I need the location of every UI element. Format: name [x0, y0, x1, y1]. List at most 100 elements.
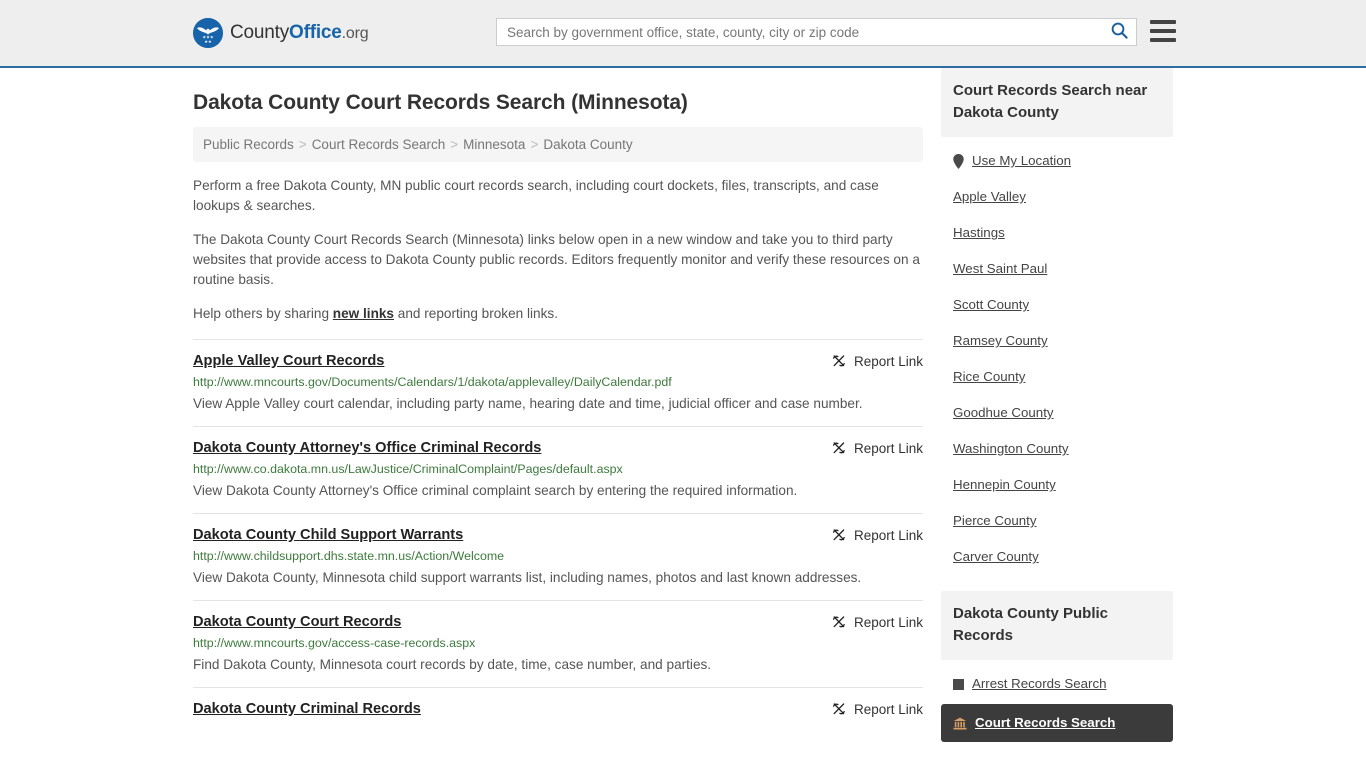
sidebar-item-hastings[interactable]: Hastings: [941, 215, 1173, 251]
result-url: http://www.mncourts.gov/Documents/Calend…: [193, 375, 672, 389]
sidebar-item-label: Rice County: [953, 369, 1026, 384]
sidebar-item-label: Goodhue County: [953, 405, 1054, 420]
result-header: Dakota County Child Support Warrants Rep…: [193, 526, 923, 545]
list-item: Ramsey County: [941, 323, 1173, 359]
intro-p3-after: and reporting broken links.: [394, 306, 558, 321]
list-item: Hennepin County: [941, 467, 1173, 503]
search-input[interactable]: [497, 19, 1102, 45]
list-item: Hastings: [941, 215, 1173, 251]
breadcrumb-item-minnesota[interactable]: Minnesota: [463, 137, 525, 152]
hamburger-bar: [1150, 29, 1176, 33]
unlink-icon: [831, 440, 847, 456]
search-button[interactable]: [1102, 19, 1136, 45]
sidebar-item-west-saint-paul[interactable]: West Saint Paul: [941, 251, 1173, 287]
map-pin-icon: [953, 153, 964, 169]
sidebar-item-label: West Saint Paul: [953, 261, 1048, 276]
result-item: Dakota County Court Records Report Link …: [193, 600, 923, 687]
sidebar-item-label: Pierce County: [953, 513, 1037, 528]
sidebar-item-pierce-county[interactable]: Pierce County: [941, 503, 1173, 539]
courthouse-icon: [953, 717, 967, 730]
eagle-seal-icon: ★★★ ★★: [193, 18, 223, 48]
sidebar-item-label: Arrest Records Search: [972, 676, 1107, 691]
breadcrumb-item-public-records[interactable]: Public Records: [203, 137, 294, 152]
handcuffs-icon: [953, 678, 964, 690]
search-bar: [496, 18, 1137, 46]
result-description: View Dakota County, Minnesota child supp…: [193, 570, 862, 585]
list-item: Pierce County: [941, 503, 1173, 539]
sidebar-item-ramsey-county[interactable]: Ramsey County: [941, 323, 1173, 359]
list-item: Carver County: [941, 539, 1173, 575]
intro-text: Perform a free Dakota County, MN public …: [193, 176, 923, 324]
sidebar-public-records-heading: Dakota County Public Records: [941, 591, 1173, 660]
result-title-link[interactable]: Apple Valley Court Records: [193, 352, 384, 371]
sidebar-item-carver-county[interactable]: Carver County: [941, 539, 1173, 575]
result-title-link[interactable]: Dakota County Criminal Records: [193, 700, 421, 719]
sidebar: Court Records Search near Dakota County …: [941, 68, 1173, 748]
sidebar-item-apple-valley[interactable]: Apple Valley: [941, 179, 1173, 215]
sidebar-item-label: Court Records Search: [975, 715, 1116, 730]
hamburger-bar: [1150, 38, 1176, 42]
main-column: Dakota County Court Records Search (Minn…: [193, 68, 923, 748]
breadcrumb-item-dakota-county[interactable]: Dakota County: [543, 137, 632, 152]
report-link-button[interactable]: Report Link: [831, 440, 923, 456]
breadcrumb-item-court-records-search[interactable]: Court Records Search: [312, 137, 446, 152]
breadcrumb-separator: >: [298, 137, 307, 152]
intro-paragraph-2: The Dakota County Court Records Search (…: [193, 232, 920, 287]
sidebar-item-washington-county[interactable]: Washington County: [941, 431, 1173, 467]
sidebar-item-scott-county[interactable]: Scott County: [941, 287, 1173, 323]
unlink-icon: [831, 353, 847, 369]
result-title-link[interactable]: Dakota County Child Support Warrants: [193, 526, 463, 545]
site-logo-text: CountyOffice.org: [230, 22, 369, 44]
report-link-button[interactable]: Report Link: [831, 701, 923, 717]
content-container: Dakota County Court Records Search (Minn…: [193, 68, 1173, 748]
report-link-label: Report Link: [853, 701, 923, 717]
result-url: http://www.childsupport.dhs.state.mn.us/…: [193, 549, 505, 563]
sidebar-item-hennepin-county[interactable]: Hennepin County: [941, 467, 1173, 503]
brand-part-office: Office: [289, 22, 342, 43]
report-link-label: Report Link: [853, 440, 923, 456]
hamburger-bar: [1150, 20, 1176, 24]
result-item: Dakota County Attorney's Office Criminal…: [193, 426, 923, 513]
list-item: Rice County: [941, 359, 1173, 395]
sidebar-item-arrest-records-search[interactable]: Arrest Records Search: [941, 666, 1173, 702]
report-link-button[interactable]: Report Link: [831, 614, 923, 630]
sidebar-item-label: Carver County: [953, 549, 1039, 564]
unlink-icon: [831, 614, 847, 630]
list-item: Apple Valley: [941, 179, 1173, 215]
result-item: Dakota County Criminal Records Report Li…: [193, 687, 923, 733]
sidebar-nearby-list: Use My Location Apple Valley Hastings We…: [941, 137, 1173, 575]
search-icon: [1111, 22, 1128, 42]
list-item: West Saint Paul: [941, 251, 1173, 287]
sidebar-item-label: Use My Location: [972, 153, 1072, 168]
breadcrumb-separator: >: [530, 137, 539, 152]
result-title-link[interactable]: Dakota County Attorney's Office Criminal…: [193, 439, 541, 458]
unlink-icon: [831, 527, 847, 543]
report-link-label: Report Link: [853, 527, 923, 543]
result-description: Find Dakota County, Minnesota court reco…: [193, 657, 712, 672]
sidebar-item-court-records-search[interactable]: Court Records Search: [941, 704, 1173, 742]
list-item: Washington County: [941, 431, 1173, 467]
result-title-link[interactable]: Dakota County Court Records: [193, 613, 401, 632]
list-item: Arrest Records Search: [941, 666, 1173, 702]
list-item: Scott County: [941, 287, 1173, 323]
site-header: ★★★ ★★ CountyOffice.org: [0, 0, 1366, 68]
result-description: View Apple Valley court calendar, includ…: [193, 396, 863, 411]
sidebar-item-goodhue-county[interactable]: Goodhue County: [941, 395, 1173, 431]
result-header: Dakota County Attorney's Office Criminal…: [193, 439, 923, 458]
site-logo[interactable]: ★★★ ★★ CountyOffice.org: [193, 18, 369, 48]
list-item: Goodhue County: [941, 395, 1173, 431]
report-link-label: Report Link: [853, 353, 923, 369]
sidebar-item-rice-county[interactable]: Rice County: [941, 359, 1173, 395]
brand-part-org: .org: [341, 25, 369, 42]
breadcrumb: Public Records > Court Records Search > Minn…: [193, 127, 923, 162]
intro-p3-before: Help others by sharing: [193, 306, 333, 321]
sidebar-item-label: Apple Valley: [953, 189, 1026, 204]
report-link-button[interactable]: Report Link: [831, 353, 923, 369]
hamburger-menu-icon[interactable]: [1150, 20, 1176, 42]
brand-part-county: County: [230, 22, 290, 43]
sidebar-public-records-list: Arrest Records Search Court Records Sear…: [941, 660, 1173, 742]
new-links-link[interactable]: new links: [333, 306, 394, 321]
report-link-button[interactable]: Report Link: [831, 527, 923, 543]
sidebar-item-use-my-location[interactable]: Use My Location: [941, 143, 1173, 179]
sidebar-item-label: Hennepin County: [953, 477, 1056, 492]
